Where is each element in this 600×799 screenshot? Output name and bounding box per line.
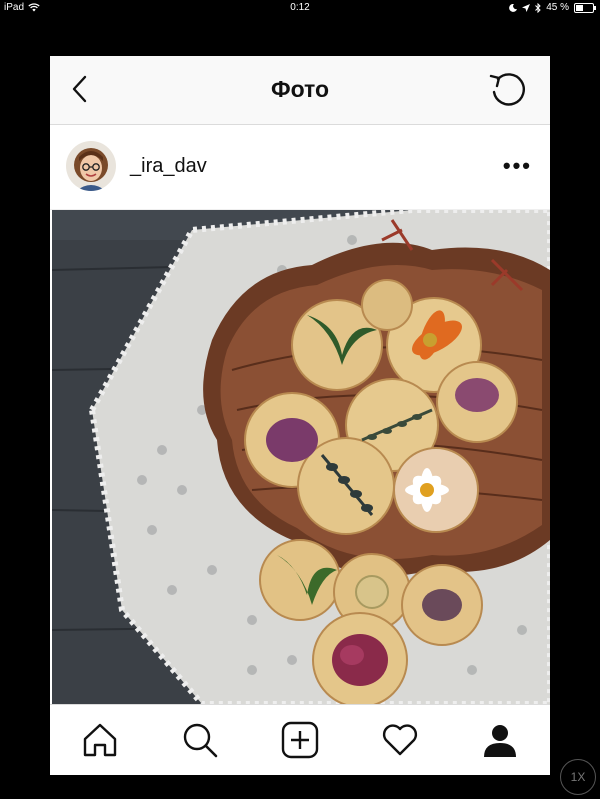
refresh-icon[interactable] [488, 70, 528, 110]
post-photo [52, 210, 550, 704]
app-window: Фото _ira_dav ••• [50, 56, 550, 775]
battery-icon [574, 2, 596, 13]
avatar-image [66, 141, 116, 191]
tab-bar [50, 704, 550, 775]
home-icon [83, 723, 117, 757]
location-icon [522, 3, 531, 12]
tab-profile[interactable] [478, 718, 522, 762]
username[interactable]: _ira_dav [130, 155, 207, 178]
navbar: Фото [50, 56, 550, 125]
tab-home[interactable] [78, 718, 122, 762]
page-title: Фото [270, 76, 330, 102]
tab-activity[interactable] [378, 718, 422, 762]
search-icon [183, 723, 218, 758]
heart-icon [382, 724, 418, 756]
tab-search[interactable] [178, 718, 222, 762]
zoom-button[interactable]: 1X [560, 759, 596, 795]
status-bar: iPad 0:12 45 % [0, 0, 600, 16]
status-right: 45 % [509, 2, 596, 13]
avatar[interactable] [66, 141, 116, 191]
tab-add[interactable] [278, 718, 322, 762]
bluetooth-icon [535, 2, 541, 13]
battery-percent: 45 % [546, 2, 569, 13]
post-header: _ira_dav ••• [50, 125, 550, 210]
profile-icon [484, 725, 516, 757]
add-post-icon [281, 721, 319, 759]
more-options-icon[interactable]: ••• [503, 153, 532, 179]
moon-icon [509, 3, 518, 12]
